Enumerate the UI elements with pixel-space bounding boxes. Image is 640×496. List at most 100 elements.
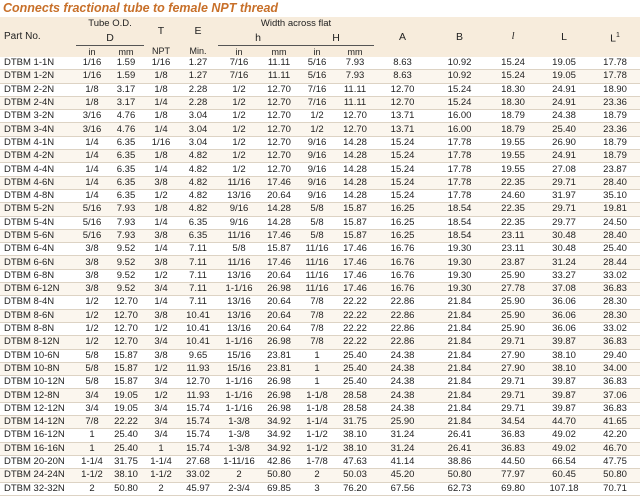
table-cell: 11.11 [336, 96, 375, 111]
table-cell: 34.92 [260, 415, 299, 430]
table-row: DTBM 6-6N 3/8 9.52 3/8 7.11 11/16 17.46 11/16 17… [0, 255, 640, 270]
table-cell: 7.11 [178, 269, 219, 284]
table-cell: 12.70 [260, 136, 299, 151]
table-cell: DTBM 8-8N [0, 322, 76, 337]
table-cell: 25.90 [488, 309, 539, 323]
table-cell: 26.98 [260, 388, 299, 403]
table-cell: 5/16 [76, 216, 108, 230]
table-cell: DTBM 4-8N [0, 189, 76, 204]
table-cell: 15/16 [218, 362, 261, 377]
table-cell: DTBM 6-8N [0, 269, 76, 284]
table-cell: 15.74 [178, 415, 219, 430]
table-cell: DTBM 6-6N [0, 255, 76, 270]
table-cell: 11/16 [218, 229, 261, 244]
table-cell: DTBM 5-6N [0, 229, 76, 244]
table-cell: 9/16 [298, 162, 337, 177]
table-cell: 7/8 [298, 309, 337, 323]
table-cell: 7/16 [218, 69, 261, 84]
table-row: DTBM 1-1N 1/16 1.59 1/16 1.27 7/16 11.11 5/16 7.… [0, 57, 640, 71]
table-cell: 14.28 [336, 176, 375, 190]
table-cell: 1-7/8 [298, 455, 337, 470]
table-cell: 20.64 [260, 189, 299, 204]
table-cell: DTBM 6-12N [0, 282, 76, 297]
table-cell: 50.80 [260, 468, 299, 483]
table-cell: 4.82 [178, 202, 219, 217]
table-cell: 21.84 [431, 375, 489, 390]
table-cell: 23.11 [488, 242, 539, 257]
table-cell: DTBM 10-6N [0, 349, 76, 363]
table-cell: 22.35 [488, 176, 539, 190]
table-cell: 49.02 [538, 442, 591, 456]
table-cell: 7/16 [218, 57, 261, 71]
table-cell: 1/2 [76, 295, 108, 310]
table-cell: 16.76 [374, 255, 432, 270]
table-cell: 42.20 [590, 428, 640, 443]
table-cell: 1-3/8 [218, 415, 261, 430]
table-cell: 13.71 [374, 109, 432, 124]
table-cell: 25.40 [336, 349, 375, 363]
table-cell: 16.00 [431, 109, 489, 124]
table-cell: 22.86 [374, 309, 432, 323]
table-cell: 1/4 [76, 162, 108, 177]
table-cell: DTBM 5-2N [0, 202, 76, 217]
table-cell: 36.83 [590, 402, 640, 417]
table-cell: 2.28 [178, 83, 219, 97]
table-cell: 15.74 [178, 428, 219, 443]
table-cell: 13.71 [374, 122, 432, 137]
table-cell: 9.52 [108, 282, 145, 297]
table-cell: 17.46 [336, 242, 375, 257]
table-cell: 14.28 [260, 216, 299, 230]
table-cell: 17.78 [431, 189, 489, 204]
table-cell: 10.41 [178, 309, 219, 323]
table-cell: 6.35 [108, 149, 145, 164]
table-cell: 5/8 [76, 362, 108, 377]
table-cell: 3/4 [144, 428, 179, 443]
table-cell: 18.79 [488, 122, 539, 137]
table-cell: 38.86 [431, 455, 489, 470]
table-cell: 22.22 [336, 335, 375, 350]
table-cell: 15/16 [218, 349, 261, 363]
table-cell: 19.05 [108, 402, 145, 417]
table-cell: 3/8 [144, 229, 179, 244]
table-cell: 7/8 [298, 295, 337, 310]
table-cell: 23.36 [590, 122, 640, 137]
table-cell: 17.46 [260, 229, 299, 244]
table-row: DTBM 16-16N 1 25.40 1 15.74 1-3/8 34.92 1-1/2 38… [0, 442, 640, 456]
table-cell: 3/4 [144, 335, 179, 350]
table-cell: 15.74 [178, 442, 219, 456]
table-cell: 7.93 [336, 69, 375, 84]
table-cell: 7/16 [298, 83, 337, 97]
table-cell: 22.22 [336, 322, 375, 337]
table-cell: 1/4 [144, 122, 179, 137]
table-cell: 11/16 [298, 269, 337, 284]
table-cell: 19.81 [590, 202, 640, 217]
table-cell: 3/8 [144, 176, 179, 190]
table-cell: 7.11 [178, 295, 219, 310]
table-cell: DTBM 24-24N [0, 468, 76, 483]
table-cell: 1-1/16 [218, 388, 261, 403]
table-cell: 18.54 [431, 216, 489, 230]
table-cell: 2 [144, 482, 179, 496]
table-cell: 17.78 [590, 69, 640, 84]
table-cell: 9.65 [178, 349, 219, 363]
table-row: DTBM 5-4N 5/16 7.93 1/4 6.35 9/16 14.28 5/8 15.8… [0, 216, 640, 230]
table-cell: 1/2 [298, 122, 337, 137]
table-cell: 33.27 [538, 269, 591, 284]
table-cell: 23.81 [260, 349, 299, 363]
table-cell: 34.92 [260, 428, 299, 443]
header-l: L [538, 17, 591, 57]
table-row: DTBM 8-4N 1/2 12.70 1/4 7.11 13/16 20.64 7/8 22.… [0, 295, 640, 310]
table-cell: 34.00 [590, 362, 640, 377]
header-H-in: in [298, 45, 337, 57]
table-cell: 14.28 [260, 202, 299, 217]
table-cell: DTBM 5-4N [0, 216, 76, 230]
table-cell: 19.30 [431, 269, 489, 284]
table-cell: 2 [76, 482, 108, 496]
table-cell: 28.44 [590, 255, 640, 270]
table-cell: 18.79 [488, 109, 539, 124]
table-cell: 3/4 [76, 402, 108, 417]
table-cell: 33.02 [590, 269, 640, 284]
header-d-mm: mm [108, 45, 145, 57]
table-cell: 25.40 [108, 428, 145, 443]
table-cell: 21.84 [431, 349, 489, 363]
